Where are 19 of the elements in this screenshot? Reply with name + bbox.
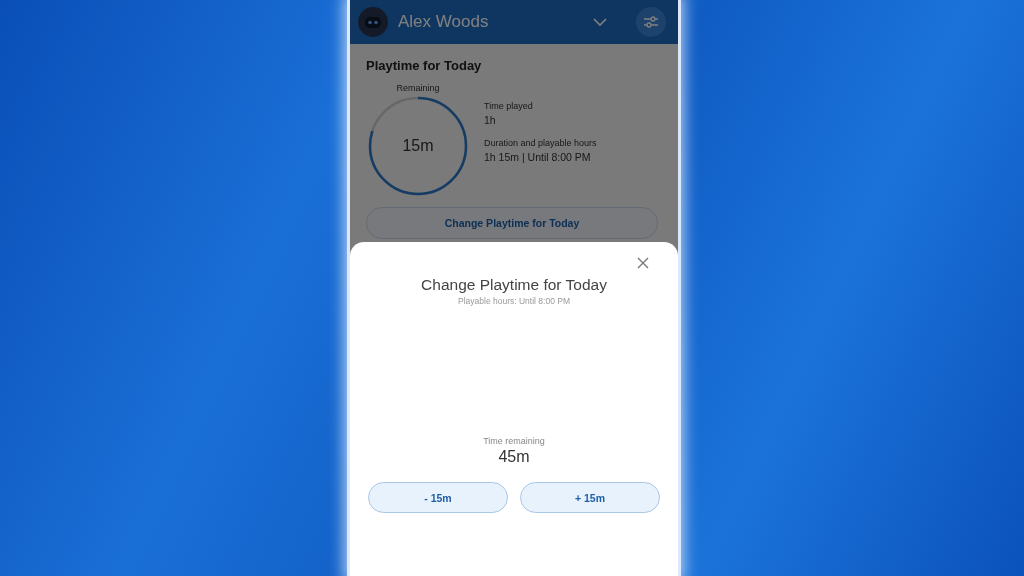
increase-button[interactable]: + 15m: [520, 482, 660, 513]
dialog-subtitle: Playable hours: Until 8:00 PM: [458, 296, 570, 306]
ring-label: Remaining: [396, 83, 440, 93]
section-title: Playtime for Today: [366, 58, 483, 73]
avatar-icon: [358, 7, 388, 37]
stat-value: 1h: [484, 114, 497, 126]
decrease-button[interactable]: - 15m: [368, 482, 508, 513]
filter-button[interactable]: [636, 7, 666, 37]
stat-value: 1h 15m | Until 8:00 PM: [484, 151, 592, 163]
stat-label: Time played: [484, 101, 534, 111]
change-playtime-button[interactable]: Change Playtime for Today: [366, 207, 658, 239]
remaining-value: 45m: [498, 448, 530, 466]
sliders-icon: [643, 15, 659, 29]
chevron-down-icon[interactable]: [592, 17, 608, 27]
close-icon[interactable]: [636, 256, 650, 270]
dialog-title: Change Playtime for Today: [421, 276, 607, 294]
stat-label: Duration and playable hours: [484, 138, 597, 148]
ring-value: 15m: [402, 137, 434, 155]
remaining-label: Time remaining: [483, 436, 545, 446]
